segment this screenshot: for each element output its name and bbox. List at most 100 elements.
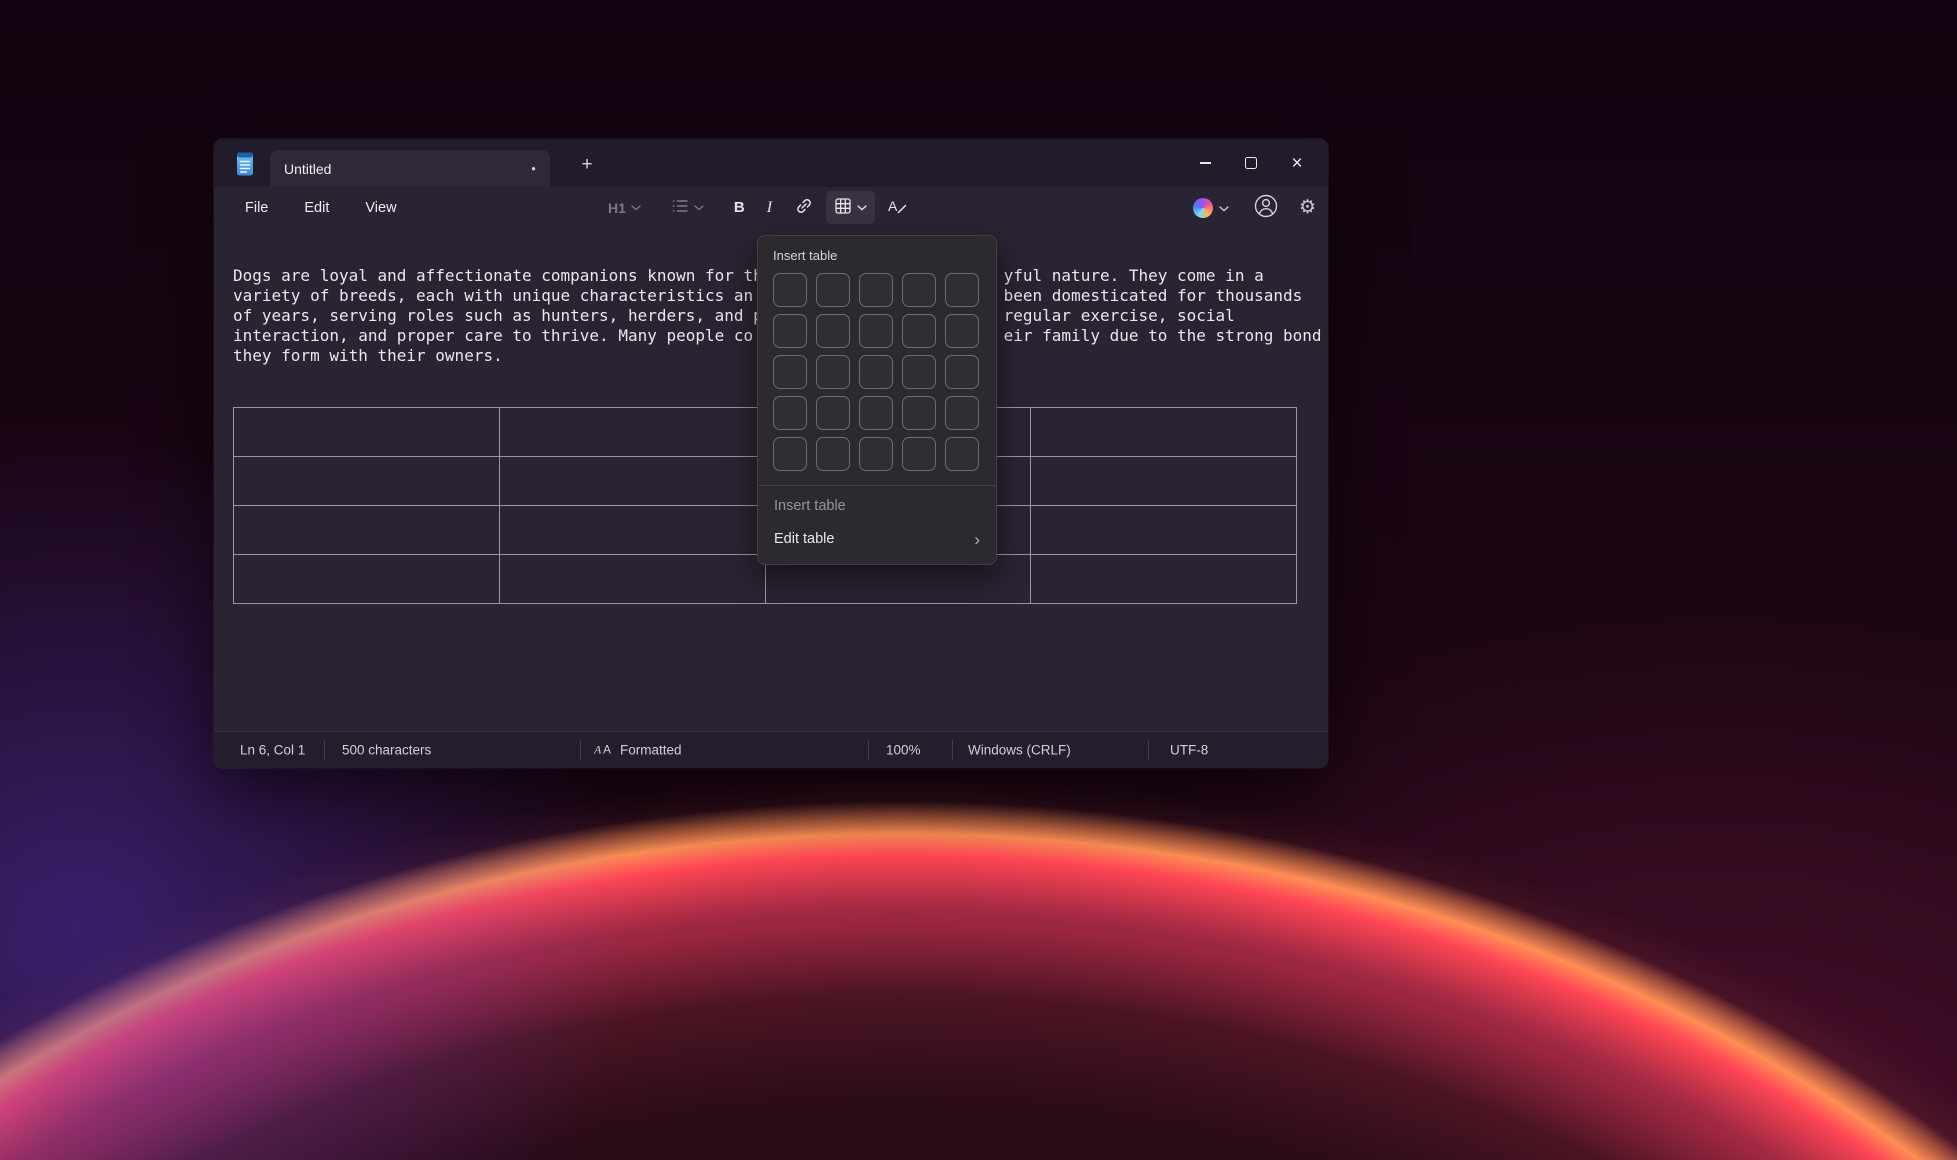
svg-text:A: A xyxy=(603,743,611,756)
doc-table-cell[interactable] xyxy=(1031,555,1297,604)
menu-item-edit-table[interactable]: Edit table › xyxy=(758,522,996,556)
menu-file[interactable]: File xyxy=(232,193,281,223)
table-size-cell[interactable] xyxy=(902,355,936,389)
settings-button[interactable]: ⚙ xyxy=(1297,196,1318,219)
status-formatted: A A Formatted xyxy=(594,742,682,759)
editor-line-right: yful nature. They come in a xyxy=(1004,266,1264,286)
link-button[interactable] xyxy=(786,190,822,225)
status-line-col: Ln 6, Col 1 xyxy=(240,743,305,758)
svg-text:A: A xyxy=(888,198,898,214)
menu-edit[interactable]: Edit xyxy=(291,193,342,223)
gear-icon: ⚙ xyxy=(1299,198,1316,217)
table-size-cell[interactable] xyxy=(816,355,850,389)
doc-table-cell[interactable] xyxy=(234,555,500,604)
notepad-app-icon xyxy=(234,151,256,177)
menu-item-insert-table[interactable]: Insert table xyxy=(758,490,996,522)
table-size-cell[interactable] xyxy=(902,273,936,307)
formatting-toolbar: H1 xyxy=(600,187,915,228)
table-size-cell[interactable] xyxy=(902,437,936,471)
edit-table-label: Edit table xyxy=(774,531,834,547)
heading-style-button[interactable]: H1 xyxy=(600,194,649,222)
table-size-cell[interactable] xyxy=(773,396,807,430)
chevron-down-icon xyxy=(631,205,641,211)
editor-line: of years, serving roles such as hunters,… xyxy=(233,306,763,326)
table-size-cell[interactable] xyxy=(773,314,807,348)
table-size-cell[interactable] xyxy=(945,396,979,430)
doc-table-cell[interactable] xyxy=(499,555,765,604)
window-controls: × xyxy=(1182,139,1320,187)
account-button[interactable] xyxy=(1251,191,1281,224)
status-bar: Ln 6, Col 1 500 characters A A Formatted… xyxy=(214,731,1328,768)
italic-icon: I xyxy=(765,199,774,217)
close-button[interactable]: × xyxy=(1274,139,1320,187)
clear-formatting-icon: A xyxy=(887,197,907,218)
doc-table-cell[interactable] xyxy=(234,506,500,555)
avatar-icon xyxy=(1253,193,1279,222)
notepad-window: Untitled ● + × File Edit View H1 xyxy=(214,139,1328,768)
table-size-cell[interactable] xyxy=(816,314,850,348)
svg-text:A: A xyxy=(594,743,602,756)
table-size-cell[interactable] xyxy=(945,355,979,389)
titlebar: Untitled ● + × xyxy=(214,139,1328,187)
status-separator xyxy=(1148,740,1149,760)
minimize-button[interactable] xyxy=(1182,139,1228,187)
chevron-down-icon xyxy=(1219,200,1229,215)
italic-button[interactable]: I xyxy=(757,193,782,223)
table-size-cell[interactable] xyxy=(859,314,893,348)
editor-line-right: regular exercise, social xyxy=(1004,306,1235,326)
insert-table-menu-header: Insert table xyxy=(773,248,996,263)
table-size-cell[interactable] xyxy=(773,355,807,389)
copilot-icon xyxy=(1193,198,1213,218)
clear-formatting-button[interactable]: A xyxy=(879,191,915,224)
status-zoom: 100% xyxy=(886,743,921,758)
status-separator xyxy=(952,740,953,760)
tab-title: Untitled xyxy=(284,161,331,177)
status-encoding: UTF-8 xyxy=(1170,743,1208,758)
table-size-cell[interactable] xyxy=(773,273,807,307)
menu-view[interactable]: View xyxy=(352,193,409,223)
table-size-cell[interactable] xyxy=(859,355,893,389)
doc-table-cell[interactable] xyxy=(499,408,765,457)
editor-line: interaction, and proper care to thrive. … xyxy=(233,326,763,346)
status-separator xyxy=(580,740,581,760)
table-size-cell[interactable] xyxy=(902,396,936,430)
table-size-cell[interactable] xyxy=(945,314,979,348)
formatting-icon: A A xyxy=(594,742,612,759)
table-size-cell[interactable] xyxy=(902,314,936,348)
table-size-cell[interactable] xyxy=(945,273,979,307)
table-size-cell[interactable] xyxy=(816,396,850,430)
maximize-button[interactable] xyxy=(1228,139,1274,187)
tab-untitled[interactable]: Untitled ● xyxy=(270,150,550,187)
doc-table-cell[interactable] xyxy=(1031,506,1297,555)
insert-table-menu: Insert table Insert table Edit table › xyxy=(757,235,997,565)
copilot-button[interactable] xyxy=(1187,193,1235,223)
bold-button[interactable]: B xyxy=(726,193,753,222)
editor-line: they form with their owners. xyxy=(233,346,763,366)
table-icon xyxy=(834,197,852,218)
table-size-cell[interactable] xyxy=(773,437,807,471)
list-button[interactable] xyxy=(663,192,712,223)
doc-table-cell[interactable] xyxy=(1031,408,1297,457)
insert-table-button[interactable] xyxy=(826,191,875,224)
doc-table-cell[interactable] xyxy=(1031,457,1297,506)
table-size-cell[interactable] xyxy=(816,437,850,471)
list-icon xyxy=(671,198,689,217)
link-icon xyxy=(794,196,814,219)
submenu-arrow-icon: › xyxy=(974,531,980,548)
new-tab-button[interactable]: + xyxy=(572,151,602,179)
doc-table-cell[interactable] xyxy=(234,457,500,506)
table-size-cell[interactable] xyxy=(859,273,893,307)
doc-table-cell[interactable] xyxy=(234,408,500,457)
doc-table-cell[interactable] xyxy=(499,457,765,506)
heading-label: H1 xyxy=(608,200,626,216)
desktop-background: Untitled ● + × File Edit View H1 xyxy=(0,0,1957,1160)
editor-line-left: variety of breeds, each with unique char… xyxy=(233,286,753,305)
table-size-cell[interactable] xyxy=(945,437,979,471)
editor-line-right: been domesticated for thousands xyxy=(1004,286,1303,306)
table-size-cell[interactable] xyxy=(816,273,850,307)
doc-table-cell[interactable] xyxy=(499,506,765,555)
table-size-cell[interactable] xyxy=(859,437,893,471)
editor-line: Dogs are loyal and affectionate companio… xyxy=(233,266,763,286)
editor-line: variety of breeds, each with unique char… xyxy=(233,286,763,306)
table-size-cell[interactable] xyxy=(859,396,893,430)
